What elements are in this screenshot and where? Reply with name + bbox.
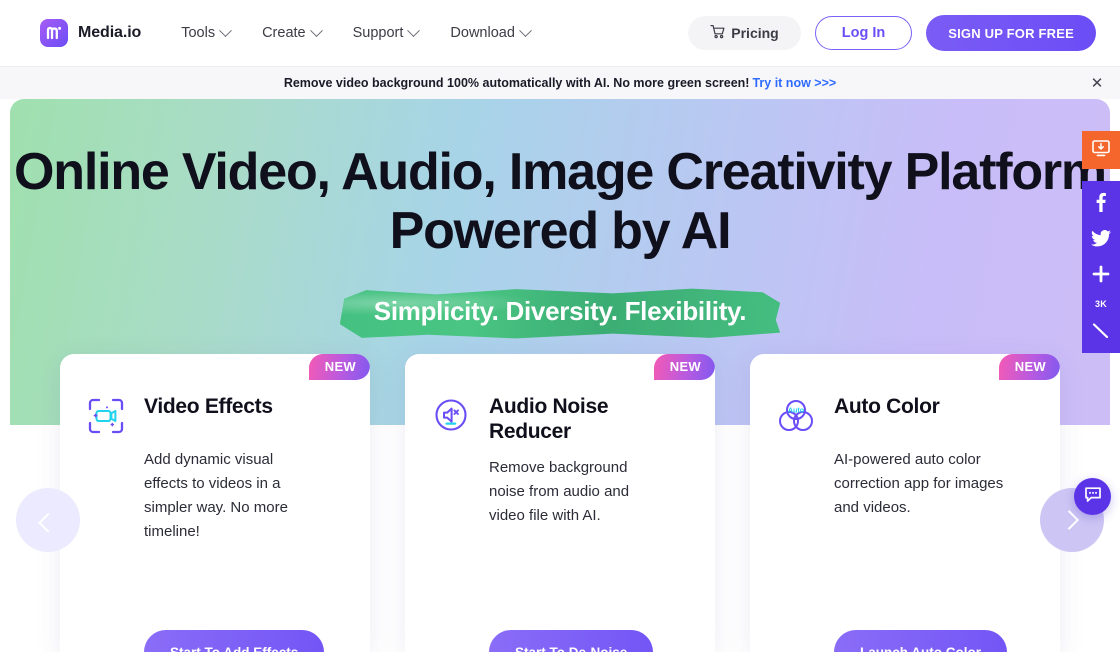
brush-stroke-highlight: Simplicity. Diversity. Flexibility. <box>340 287 780 340</box>
brand-name: Media.io <box>78 24 142 41</box>
nav-item-label: Download <box>450 25 515 41</box>
card-description: AI-powered auto color correction app for… <box>834 451 1004 516</box>
chevron-down-icon <box>519 23 532 37</box>
hero-subtitle-wrap: Simplicity. Diversity. Flexibility. <box>10 287 1110 340</box>
nav-item-tools[interactable]: Tools <box>165 13 246 53</box>
nav-item-label: Support <box>352 25 404 41</box>
chevron-left-icon <box>38 512 58 533</box>
start-to-add-effects-button[interactable]: Start To Add Effects <box>144 630 325 652</box>
nav-item-label: Create <box>262 25 306 41</box>
page-title: Online Video, Audio, Image Creativity Pl… <box>14 143 1107 261</box>
nav-item-label: Tools <box>181 25 216 41</box>
nav-item-create[interactable]: Create <box>246 13 337 53</box>
card-title: Auto Color <box>834 395 940 418</box>
chevron-right-icon <box>1059 510 1080 530</box>
twitter-icon[interactable] <box>1090 227 1112 249</box>
signup-button[interactable]: SIGN UP FOR FREE <box>926 15 1096 51</box>
promo-banner-link[interactable]: Try it now >>> <box>752 76 836 90</box>
auto-color-icon-label: Auto <box>788 406 805 415</box>
auto-color-icon: Auto <box>776 396 816 436</box>
share-count: 3K <box>1094 299 1108 309</box>
card-title: Audio Noise Reducer <box>489 395 609 444</box>
desktop-download-button[interactable] <box>1082 131 1120 169</box>
pricing-label: Pricing <box>731 25 779 41</box>
chat-bubble-icon <box>1083 484 1103 509</box>
card-header: Video Effects <box>86 392 344 436</box>
card-header: Audio Noise Reducer <box>431 392 689 444</box>
social-share-rail: 3K <box>1082 131 1120 353</box>
hero-subtitle: Simplicity. Diversity. Flexibility. <box>373 296 747 326</box>
nav-item-download[interactable]: Download <box>434 13 546 53</box>
feature-card-auto-color[interactable]: NEW Auto Auto Color AI-powered auto colo… <box>750 354 1060 652</box>
feature-card-video-effects[interactable]: NEW Video Effects Add dynamic visual eff… <box>60 354 370 652</box>
desktop-download-icon <box>1091 138 1111 163</box>
feature-card-list: NEW Video Effects Add dynamic visual eff… <box>0 354 1120 652</box>
facebook-icon[interactable] <box>1090 191 1112 213</box>
shopping-cart-icon <box>710 24 726 42</box>
audio-noise-reducer-icon <box>431 396 471 436</box>
card-description: Remove background noise from audio and v… <box>489 459 630 525</box>
chevron-down-icon <box>219 23 232 37</box>
feature-card-audio-noise-reducer[interactable]: NEW Audio Noise Reducer Remove backgroun… <box>405 354 715 652</box>
card-title: Video Effects <box>144 395 273 418</box>
status-badge: NEW <box>308 354 370 380</box>
login-button[interactable]: Log In <box>814 16 913 50</box>
close-icon[interactable]: ✕ <box>1088 74 1106 92</box>
status-badge: NEW <box>998 354 1060 380</box>
status-badge: NEW <box>653 354 715 380</box>
carousel-prev-button[interactable] <box>16 488 80 552</box>
launch-auto-color-button[interactable]: Launch Auto Color <box>834 630 1007 652</box>
promo-banner-text: Remove video background 100% automatical… <box>283 76 750 90</box>
card-header: Auto Auto Color <box>776 392 1034 436</box>
brand-logo[interactable]: Media.io <box>40 19 141 47</box>
chevron-down-icon <box>407 23 421 37</box>
share-line-icon <box>1090 323 1112 341</box>
site-header: Media.io Tools Create Support Download P… <box>0 0 1120 66</box>
chevron-down-icon <box>309 23 323 37</box>
main-nav: Tools Create Support Download <box>165 13 546 53</box>
pricing-button[interactable]: Pricing <box>688 16 801 50</box>
social-links-group: 3K <box>1082 181 1120 353</box>
nav-item-support[interactable]: Support <box>337 13 435 53</box>
video-effects-icon <box>86 396 126 436</box>
media-io-logo-icon <box>40 19 68 47</box>
header-actions: Pricing Log In SIGN UP FOR FREE <box>688 15 1096 51</box>
start-to-de-noise-button[interactable]: Start To De-Noise <box>489 630 654 652</box>
plus-icon[interactable] <box>1090 263 1112 285</box>
chat-support-button[interactable] <box>1074 478 1111 515</box>
promo-banner: Remove video background 100% automatical… <box>0 66 1120 99</box>
card-description: Add dynamic visual effects to videos in … <box>144 451 288 540</box>
